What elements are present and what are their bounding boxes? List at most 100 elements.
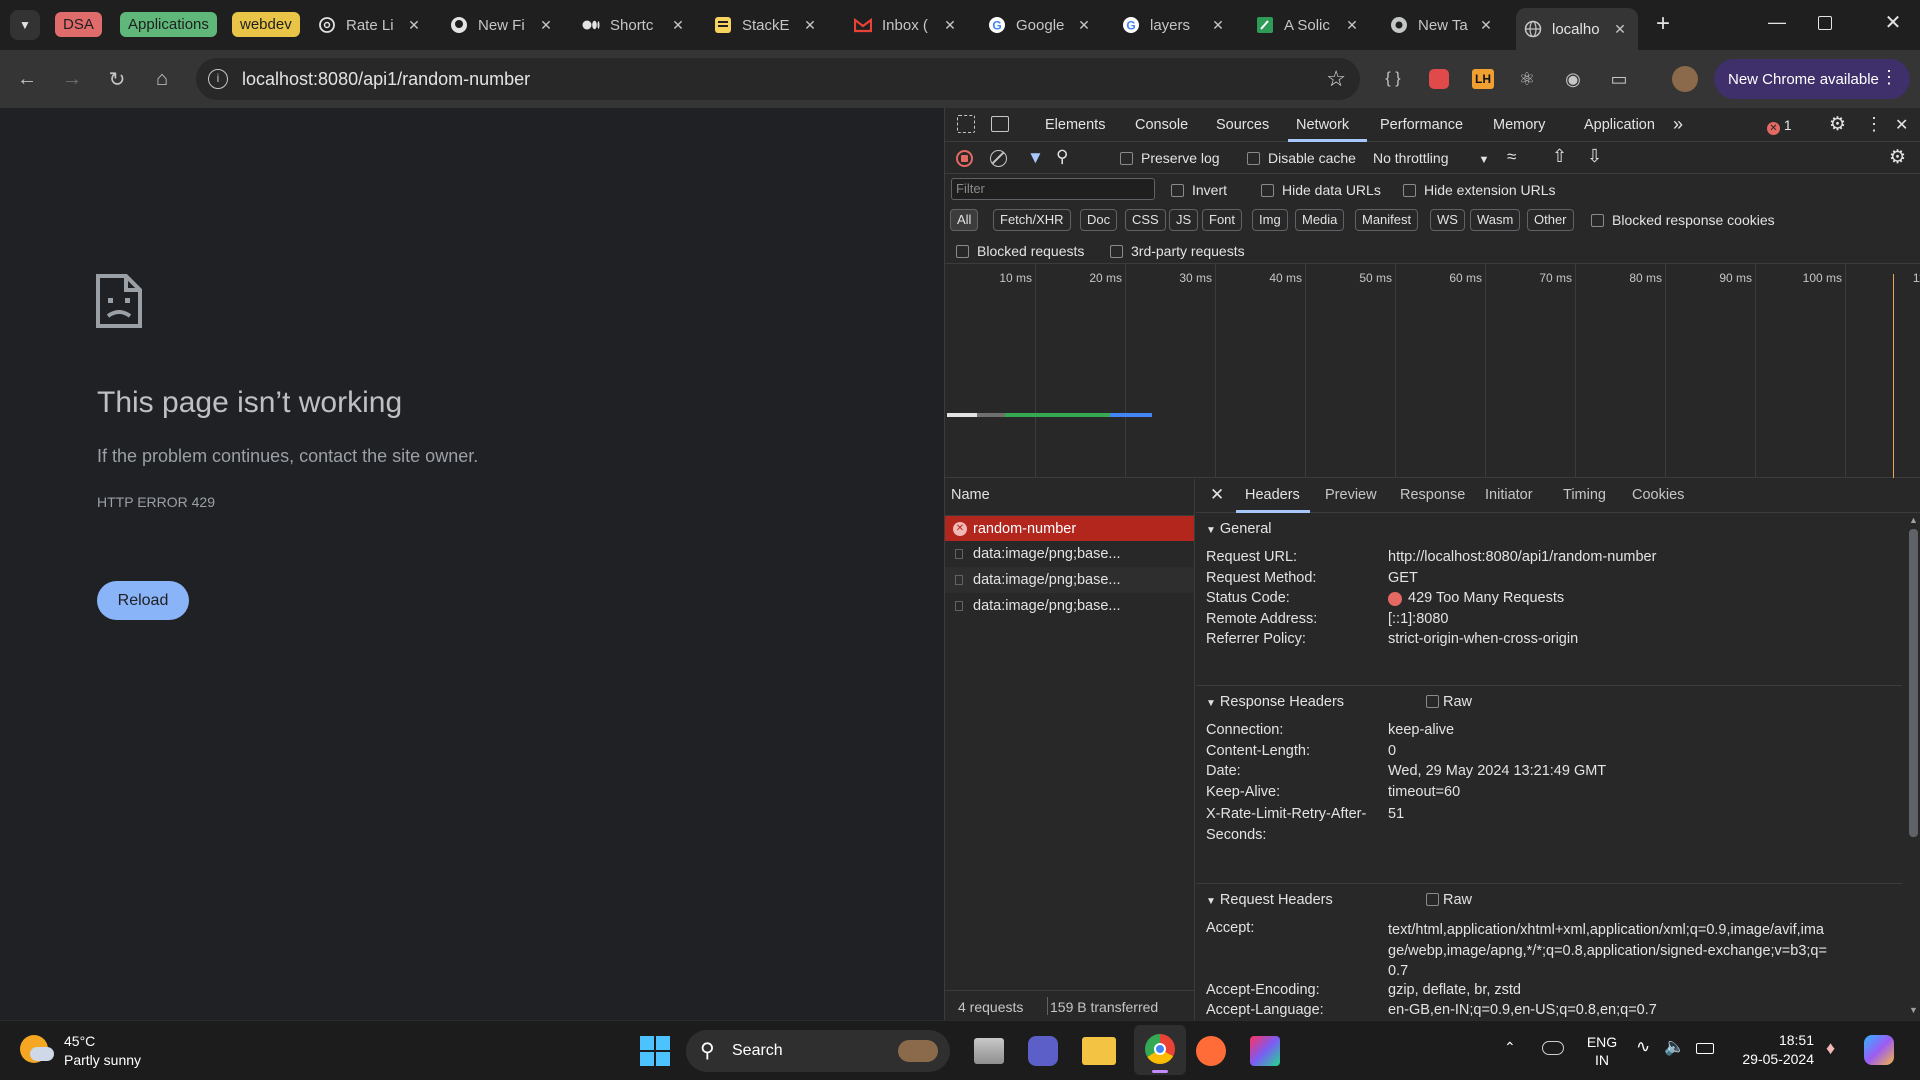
blocked-response-cookies-checkbox[interactable]: Blocked response cookies bbox=[1591, 212, 1775, 228]
devtools-more-icon[interactable]: ⋮ bbox=[1865, 114, 1883, 135]
start-button[interactable] bbox=[640, 1036, 670, 1066]
details-scrollbar[interactable]: ▲ ▼ bbox=[1908, 515, 1919, 1020]
extension-lh-icon[interactable]: LH bbox=[1466, 62, 1500, 96]
preserve-log-checkbox[interactable]: Preserve log bbox=[1120, 150, 1220, 166]
disable-cache-checkbox[interactable]: Disable cache bbox=[1247, 150, 1356, 166]
extensions-puzzle-icon[interactable]: ▭ bbox=[1602, 62, 1636, 96]
details-tab-cookies[interactable]: Cookies bbox=[1632, 487, 1684, 503]
tab-new-tab[interactable]: New Ta ✕ bbox=[1382, 8, 1504, 42]
new-chrome-available-button[interactable]: New Chrome available ⋮ bbox=[1714, 59, 1910, 99]
close-icon[interactable]: ✕ bbox=[1610, 21, 1630, 38]
intellij-icon[interactable] bbox=[1250, 1036, 1280, 1066]
close-icon[interactable]: ✕ bbox=[1342, 17, 1362, 34]
request-row-random-number[interactable]: ✕ random-number bbox=[945, 515, 1194, 541]
type-filter-all[interactable]: All bbox=[950, 209, 979, 231]
search-icon[interactable]: ⚲ bbox=[1056, 147, 1068, 167]
tab-sources[interactable]: Sources bbox=[1216, 117, 1269, 133]
hide-extension-urls-checkbox[interactable]: Hide extension URLs bbox=[1403, 182, 1556, 198]
details-tab-response[interactable]: Response bbox=[1400, 487, 1465, 503]
request-headers-section-header[interactable]: ▼ Request Headers Raw bbox=[1196, 883, 1902, 915]
close-icon[interactable]: ✕ bbox=[668, 17, 688, 34]
file-explorer-icon[interactable] bbox=[1082, 1037, 1116, 1065]
close-icon[interactable]: ✕ bbox=[800, 17, 820, 34]
type-filter-wasm[interactable]: Wasm bbox=[1470, 209, 1521, 231]
close-details-icon[interactable]: ✕ bbox=[1210, 485, 1224, 505]
record-stop-icon[interactable] bbox=[956, 150, 973, 167]
tab-memory[interactable]: Memory bbox=[1493, 117, 1545, 133]
close-icon[interactable]: ✕ bbox=[536, 17, 556, 34]
import-har-icon[interactable]: ⇧ bbox=[1552, 146, 1567, 167]
export-har-icon[interactable]: ⇩ bbox=[1587, 146, 1602, 167]
close-icon[interactable]: ✕ bbox=[940, 17, 960, 34]
language-indicator[interactable]: ENG IN bbox=[1584, 1033, 1620, 1069]
copilot-icon[interactable] bbox=[1864, 1035, 1894, 1065]
type-filter-other[interactable]: Other bbox=[1527, 209, 1574, 231]
hide-data-urls-checkbox[interactable]: Hide data URLs bbox=[1261, 182, 1381, 198]
tab-google[interactable]: G Google ✕ bbox=[980, 8, 1102, 42]
type-filter-css[interactable]: CSS bbox=[1125, 209, 1166, 231]
third-party-requests-checkbox[interactable]: 3rd-party requests bbox=[1110, 243, 1245, 259]
close-icon[interactable]: ✕ bbox=[1476, 17, 1496, 34]
more-vert-icon[interactable]: ⋮ bbox=[1880, 67, 1898, 88]
home-button[interactable]: ⌂ bbox=[145, 62, 179, 96]
timeline-overview[interactable]: 10 ms 20 ms 30 ms 40 ms 50 ms 60 ms 70 ms 80 ms… bbox=[945, 264, 1920, 478]
tab-elements[interactable]: Elements bbox=[1045, 117, 1105, 133]
taskbar-search-box[interactable]: ⚲ Search bbox=[686, 1030, 950, 1072]
volume-icon[interactable]: 🔈 bbox=[1664, 1037, 1685, 1057]
close-icon[interactable]: ✕ bbox=[1208, 17, 1228, 34]
teams-meet-icon[interactable] bbox=[1028, 1036, 1058, 1066]
tab-group-dsa[interactable]: DSA bbox=[55, 12, 102, 37]
type-filter-font[interactable]: Font bbox=[1202, 209, 1243, 231]
settings-gear-icon[interactable]: ⚙ bbox=[1829, 113, 1846, 136]
inspect-element-icon[interactable] bbox=[957, 115, 975, 133]
tab-group-webdev[interactable]: webdev bbox=[232, 12, 300, 37]
type-filter-js[interactable]: JS bbox=[1169, 209, 1199, 231]
url-text[interactable]: localhost:8080/api1/random-number bbox=[242, 69, 530, 90]
weather-widget[interactable]: 45°C Partly sunny bbox=[18, 1031, 168, 1071]
clear-icon[interactable] bbox=[990, 150, 1007, 167]
restore-button[interactable] bbox=[1818, 16, 1832, 30]
close-icon[interactable]: ✕ bbox=[404, 17, 424, 34]
blocked-requests-checkbox[interactable]: Blocked requests bbox=[956, 243, 1084, 259]
extension-braces-icon[interactable]: { } bbox=[1376, 62, 1410, 96]
details-tab-preview[interactable]: Preview bbox=[1325, 487, 1377, 503]
tab-rate-limiter[interactable]: Rate Li ✕ bbox=[310, 8, 432, 42]
bookmark-star-icon[interactable]: ☆ bbox=[1326, 66, 1346, 92]
type-filter-ws[interactable]: WS bbox=[1430, 209, 1465, 231]
tab-stackedit[interactable]: StackE ✕ bbox=[706, 8, 828, 42]
tab-network[interactable]: Network bbox=[1296, 117, 1349, 133]
tab-solid[interactable]: A Solic ✕ bbox=[1248, 8, 1370, 42]
error-badge[interactable]: ✕ 1 bbox=[1767, 117, 1792, 135]
reload-page-button[interactable]: Reload bbox=[97, 581, 189, 620]
minimize-button[interactable]: — bbox=[1762, 12, 1792, 38]
name-column-header[interactable]: Name bbox=[951, 487, 990, 503]
more-tabs-icon[interactable]: » bbox=[1673, 114, 1683, 135]
general-section-header[interactable]: ▼ General bbox=[1196, 513, 1902, 545]
forward-button[interactable]: → bbox=[55, 62, 89, 96]
extension-red-icon[interactable] bbox=[1422, 62, 1456, 96]
type-filter-manifest[interactable]: Manifest bbox=[1355, 209, 1419, 231]
filter-funnel-icon[interactable]: ▼ bbox=[1027, 148, 1044, 168]
invert-checkbox[interactable]: Invert bbox=[1171, 182, 1227, 198]
details-tab-headers[interactable]: Headers bbox=[1245, 487, 1300, 503]
tab-application[interactable]: Application bbox=[1584, 117, 1655, 133]
details-tab-initiator[interactable]: Initiator bbox=[1485, 487, 1533, 503]
tab-console[interactable]: Console bbox=[1135, 117, 1188, 133]
type-filter-doc[interactable]: Doc bbox=[1080, 209, 1118, 231]
network-settings-icon[interactable]: ⚙ bbox=[1889, 146, 1906, 169]
device-toolbar-icon[interactable] bbox=[991, 116, 1009, 132]
tab-search-button[interactable]: ▼ bbox=[10, 10, 40, 40]
task-view-icon[interactable] bbox=[974, 1038, 1004, 1064]
scroll-up-icon[interactable]: ▲ bbox=[1909, 515, 1918, 525]
reload-button[interactable]: ↻ bbox=[100, 62, 134, 96]
network-conditions-icon[interactable]: ≈ bbox=[1507, 147, 1516, 167]
clock[interactable]: 18:51 29-05-2024 bbox=[1728, 1031, 1814, 1069]
battery-icon[interactable] bbox=[1696, 1043, 1714, 1054]
info-icon[interactable]: i bbox=[208, 69, 228, 89]
new-tab-button[interactable]: + bbox=[1650, 12, 1676, 38]
tab-medium[interactable]: Shortc ✕ bbox=[574, 8, 696, 42]
tab-layers[interactable]: G layers ✕ bbox=[1114, 8, 1236, 42]
details-tab-timing[interactable]: Timing bbox=[1563, 487, 1606, 503]
close-window-button[interactable]: ✕ bbox=[1880, 10, 1906, 36]
onedrive-icon[interactable] bbox=[1542, 1041, 1564, 1055]
